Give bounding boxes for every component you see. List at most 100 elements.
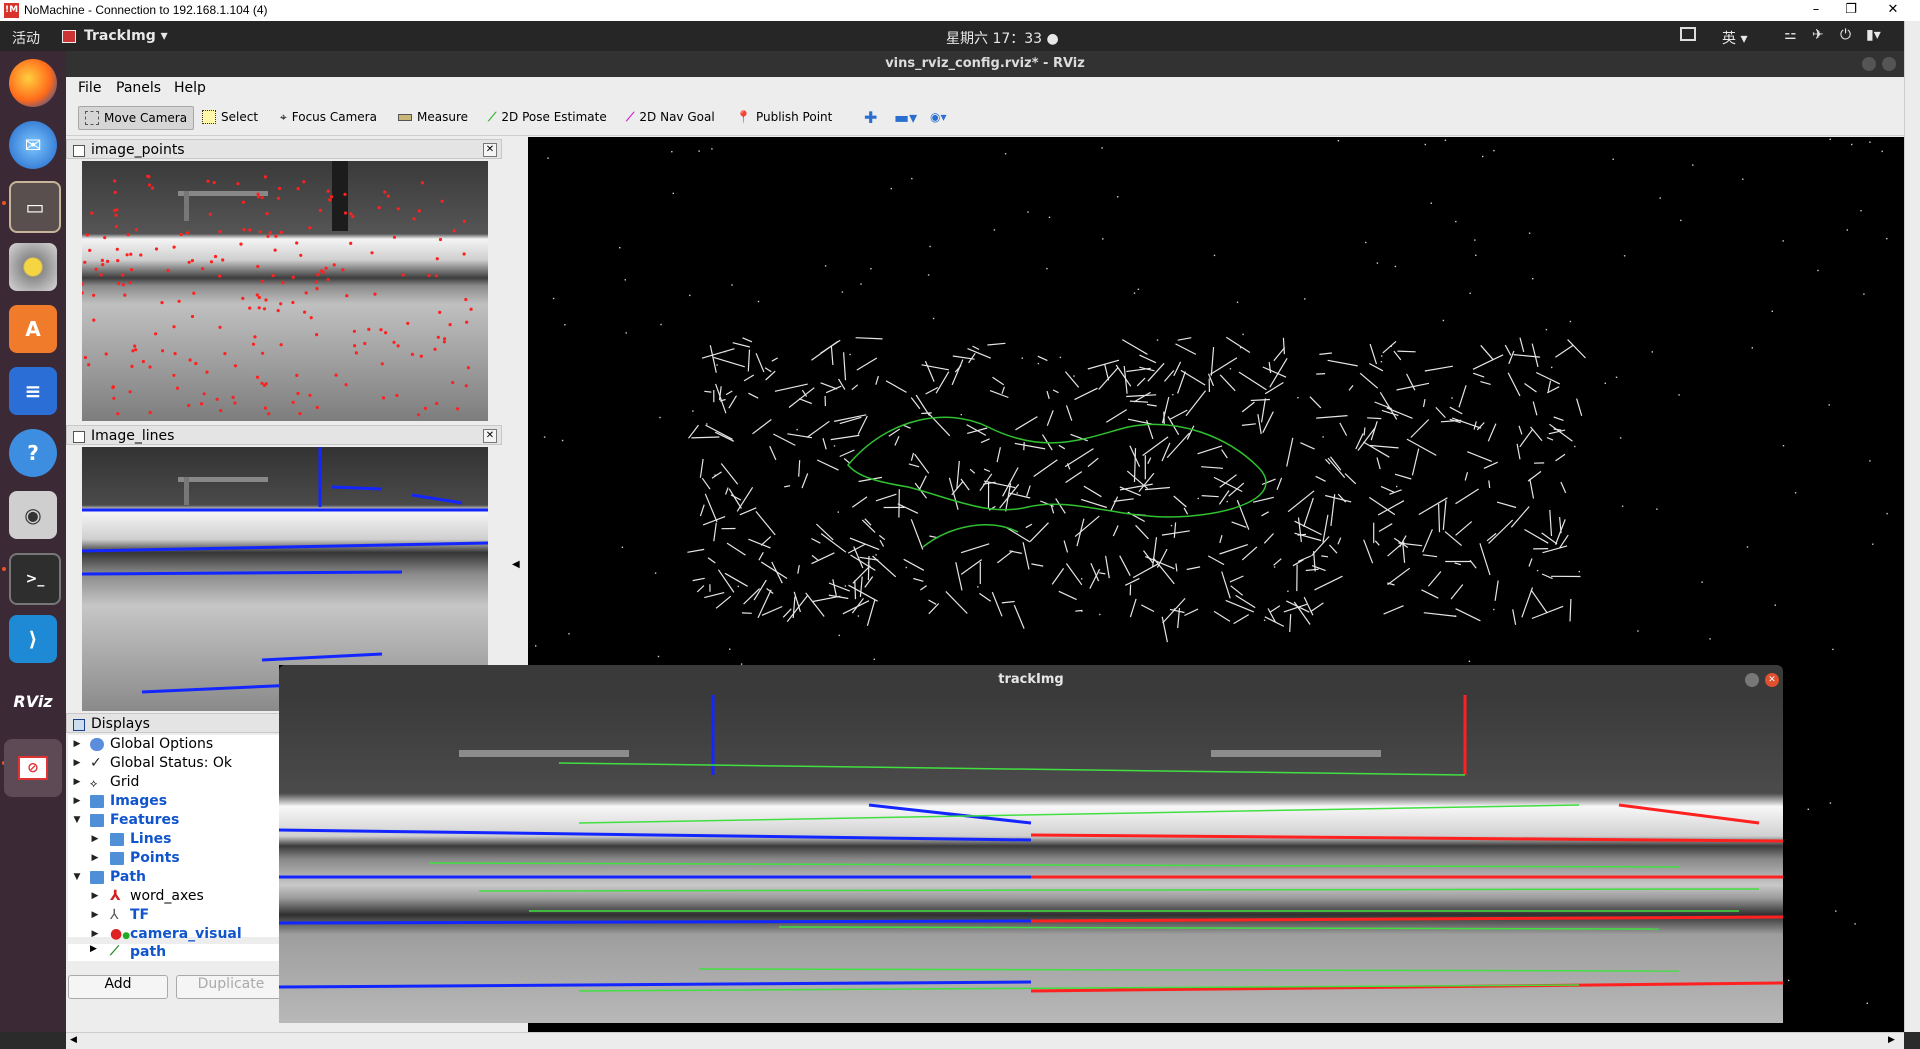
- feature-point: [277, 309, 280, 312]
- trackimg-titlebar: trackImg: [279, 665, 1783, 695]
- tree-row-global-options[interactable]: ▶Global Options: [68, 735, 285, 754]
- map-line-segment: [1364, 540, 1373, 564]
- feature-point: [393, 236, 396, 239]
- map-line-segment: [811, 539, 820, 544]
- rviz-maximize-button[interactable]: [1882, 57, 1896, 71]
- menu-help[interactable]: Help: [174, 80, 206, 96]
- nomachine-icon[interactable]: ⊘: [4, 739, 62, 797]
- files-icon[interactable]: ▭: [9, 181, 61, 233]
- map-line-segment: [697, 586, 704, 592]
- scroll-right-icon[interactable]: ▶: [1888, 1035, 1895, 1045]
- map-line-segment: [1262, 512, 1269, 516]
- remove-tool-icon[interactable]: ▬▾: [888, 106, 923, 128]
- add-display-button[interactable]: Add: [68, 975, 168, 999]
- map-line-segment: [1495, 581, 1498, 601]
- tree-row-points[interactable]: ▶Points: [68, 849, 285, 868]
- close-icon[interactable]: ✕: [483, 429, 497, 443]
- nav-goal-tool[interactable]: ⟋2D Nav Goal: [620, 106, 721, 128]
- map-line-segment: [1532, 606, 1563, 618]
- vertical-scrollbar[interactable]: [1904, 21, 1920, 1032]
- map-line-segment: [1455, 563, 1461, 565]
- scroll-left-icon[interactable]: ◀: [70, 1035, 77, 1045]
- activities-button[interactable]: 活动: [12, 28, 40, 48]
- tree-row-images[interactable]: ▶Images: [68, 792, 285, 811]
- feature-point: [470, 308, 473, 311]
- trackimg-minimize-button[interactable]: [1745, 673, 1759, 687]
- close-icon[interactable]: ✕: [483, 143, 497, 157]
- trackimg-close-button[interactable]: ✕: [1765, 673, 1779, 687]
- map-line-segment: [848, 544, 866, 553]
- minimize-icon[interactable]: –: [1807, 2, 1825, 18]
- rhythmbox-icon[interactable]: [9, 243, 57, 291]
- map-point: [1775, 605, 1776, 606]
- menu-file[interactable]: File: [78, 80, 101, 96]
- layout-icon[interactable]: [1680, 27, 1696, 41]
- tree-row-features[interactable]: ▼Features: [68, 811, 285, 830]
- terminal-icon[interactable]: >_: [9, 553, 61, 605]
- marker-icon: ●●: [110, 925, 124, 938]
- tree-row-grid[interactable]: ▶⟡Grid: [68, 773, 285, 792]
- map-line-segment: [1130, 401, 1148, 402]
- move-camera-tool[interactable]: Move Camera: [78, 106, 194, 130]
- map-point: [622, 547, 623, 548]
- restore-icon[interactable]: ❐: [1842, 2, 1860, 18]
- battery-icon[interactable]: ▮▾: [1866, 27, 1881, 43]
- horizontal-scrollbar[interactable]: ◀ ▶: [66, 1032, 1904, 1049]
- gnome-topbar: 活动 TrackImg ▾ 星期六 17：33 ● 英 ▾ ⚍ ✈ ⏻ ▮▾: [0, 21, 1904, 51]
- tree-row-lines[interactable]: ▶Lines: [68, 830, 285, 849]
- trackimg-view[interactable]: [279, 695, 1783, 1023]
- map-line-segment: [1242, 424, 1256, 426]
- vscode-icon[interactable]: ⟩: [9, 615, 57, 663]
- add-tool-icon[interactable]: ✚: [858, 106, 883, 128]
- power-icon[interactable]: ⏻: [1840, 27, 1851, 43]
- menu-panels[interactable]: Panels: [116, 80, 161, 96]
- map-point: [797, 429, 798, 430]
- software-center-icon[interactable]: A: [9, 305, 57, 353]
- duplicate-display-button[interactable]: Duplicate: [176, 975, 286, 999]
- image-points-view[interactable]: [82, 161, 488, 421]
- clock[interactable]: 星期六 17：33 ●: [946, 28, 1059, 48]
- folder-icon: [90, 814, 104, 827]
- map-point: [1546, 329, 1547, 330]
- rviz-minimize-button[interactable]: [1862, 57, 1876, 71]
- pose-estimate-tool[interactable]: ⟋2D Pose Estimate: [482, 106, 613, 128]
- map-point: [564, 324, 565, 325]
- feature-point: [349, 212, 352, 215]
- map-line-segment: [843, 601, 869, 614]
- map-point: [1574, 446, 1575, 447]
- rviz-icon[interactable]: RViz: [9, 677, 57, 725]
- help-icon[interactable]: ?: [9, 429, 57, 477]
- writer-icon[interactable]: ≡: [9, 367, 57, 415]
- map-line-segment: [1162, 443, 1170, 461]
- close-icon[interactable]: ✕: [1884, 2, 1902, 18]
- collapse-arrow-icon[interactable]: ◀: [512, 559, 520, 570]
- feature-point: [241, 297, 244, 300]
- map-line-segment: [990, 391, 1008, 398]
- thunderbird-icon[interactable]: ✉: [9, 121, 57, 169]
- measure-tool[interactable]: Measure: [392, 106, 474, 128]
- select-tool[interactable]: Select: [196, 106, 264, 128]
- tree-label: Lines: [130, 830, 172, 849]
- tree-row-global-status[interactable]: ▶✓Global Status: Ok: [68, 754, 285, 773]
- map-line-segment: [1211, 347, 1213, 376]
- tree-row-word-axes[interactable]: ▶⅄word_axes: [68, 887, 285, 906]
- tree-row-path[interactable]: ▼Path: [68, 868, 285, 887]
- firefox-icon[interactable]: [9, 59, 57, 107]
- feature-point: [186, 231, 189, 234]
- map-line-segment: [857, 358, 877, 370]
- airplane-icon[interactable]: ✈: [1812, 27, 1824, 43]
- network-icon[interactable]: ⚍: [1784, 27, 1797, 43]
- feature-point: [112, 397, 115, 400]
- publish-point-tool[interactable]: 📍Publish Point: [730, 106, 838, 128]
- clock-label: 星期六 17：33: [946, 31, 1042, 47]
- tree-row-tf[interactable]: ▶⅄TF: [68, 906, 285, 925]
- app-menu[interactable]: TrackImg ▾: [84, 28, 168, 44]
- map-line-segment: [1489, 480, 1490, 488]
- map-line-segment: [1198, 446, 1223, 454]
- tool-properties-icon[interactable]: ◉▾: [924, 106, 953, 128]
- focus-camera-tool[interactable]: ⌖Focus Camera: [274, 106, 383, 128]
- camera-icon[interactable]: ◉: [9, 491, 57, 539]
- input-method-menu[interactable]: 英 ▾: [1722, 28, 1747, 48]
- tree-row-camera-visual[interactable]: ▶●●camera_visual: [68, 925, 285, 944]
- tree-row-path-display[interactable]: ▶ ⟋ path: [68, 944, 285, 961]
